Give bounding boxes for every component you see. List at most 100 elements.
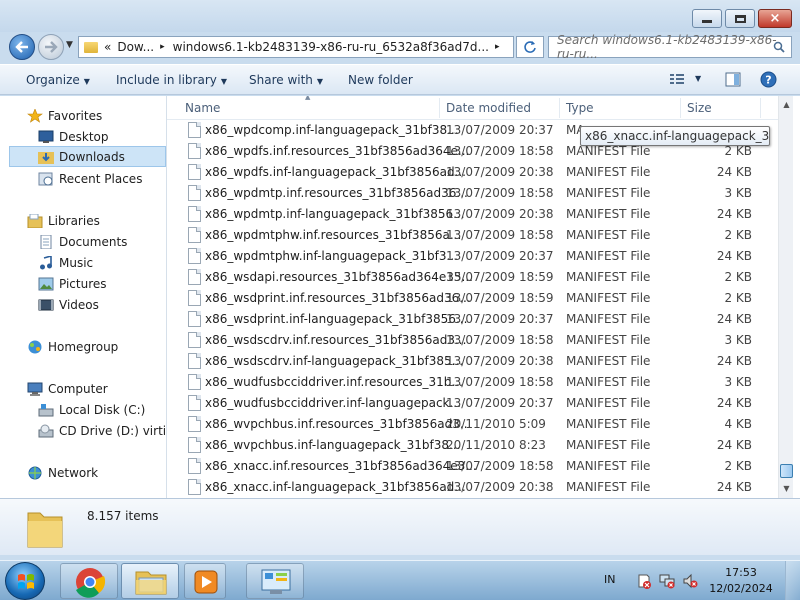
table-row[interactable]: x86_xnacc.inf.resources_31bf3856ad364e3.… (167, 456, 778, 477)
search-icon[interactable] (773, 41, 785, 53)
table-row[interactable]: x86_wpdmtphw.inf.resources_31bf3856a... 1… (167, 225, 778, 246)
sidebar-item-network[interactable]: Network (0, 462, 166, 483)
breadcrumb-item-current[interactable]: windows6.1-kb2483139-x86-ru-ru_6532a8f36… (173, 40, 489, 54)
column-divider[interactable] (439, 98, 440, 118)
sidebar-item-cd-drive[interactable]: CD Drive (D:) virtio-w (0, 420, 166, 441)
column-header-type[interactable]: Type (566, 101, 594, 115)
forward-button[interactable] (38, 34, 64, 60)
file-size: 24 KB (716, 207, 752, 221)
file-type: MANIFEST File (566, 249, 651, 263)
breadcrumb-item-downloads[interactable]: Dow... (117, 40, 154, 54)
sidebar-item-downloads[interactable]: Downloads (9, 146, 166, 167)
column-divider[interactable] (760, 98, 761, 118)
table-row[interactable]: x86_wudfusbcciddriver.inf.resources_31b.… (167, 372, 778, 393)
minimize-icon (702, 20, 712, 23)
column-header-size[interactable]: Size (687, 101, 712, 115)
manifest-file-icon (188, 353, 201, 369)
preview-pane-icon[interactable] (725, 72, 741, 87)
manifest-file-icon (188, 143, 201, 159)
column-header-name[interactable]: Name (185, 101, 220, 115)
minimize-button[interactable] (692, 9, 722, 28)
file-date-modified: 20/11/2010 8:23 (446, 438, 546, 452)
show-desktop-button[interactable] (785, 561, 800, 600)
table-row[interactable]: x86_wsdscdrv.inf-languagepack_31bf385...… (167, 351, 778, 372)
manifest-file-icon (188, 437, 201, 453)
close-button[interactable]: × (758, 9, 792, 28)
vertical-scrollbar[interactable]: ▲ ▼ (778, 96, 793, 498)
svg-text:?: ? (765, 74, 771, 87)
sidebar-item-libraries[interactable]: Libraries (0, 210, 166, 231)
language-indicator[interactable]: IN (604, 573, 615, 586)
column-header-row: ▲ Name Date modified Type Size (167, 96, 778, 120)
back-button[interactable] (9, 34, 35, 60)
maximize-button[interactable] (725, 9, 755, 28)
recent-pages-dropdown[interactable]: ▼ (66, 40, 73, 50)
taskbar-media-player[interactable] (184, 563, 226, 599)
action-center-icon[interactable] (636, 573, 652, 589)
address-bar[interactable]: « Dow... ▸ windows6.1-kb2483139-x86-ru-r… (78, 36, 514, 58)
clock-date: 12/02/2024 (709, 582, 773, 595)
taskbar-control-panel[interactable] (246, 563, 304, 599)
table-row[interactable]: x86_wvpchbus.inf-languagepack_31bf38... 2… (167, 435, 778, 456)
table-row[interactable]: x86_wvpchbus.inf.resources_31bf3856ad3..… (167, 414, 778, 435)
taskbar-chrome[interactable] (60, 563, 118, 599)
new-folder-button[interactable]: New folder (348, 73, 413, 87)
scroll-down-arrow-icon[interactable]: ▼ (779, 480, 794, 496)
search-input[interactable]: Search windows6.1-kb2483139-x86-ru-ru... (548, 33, 792, 61)
refresh-button[interactable] (516, 36, 544, 58)
table-row[interactable]: x86_wpdmtp.inf.resources_31bf3856ad36...… (167, 183, 778, 204)
title-bar[interactable]: × (0, 0, 800, 32)
column-divider[interactable] (680, 98, 681, 118)
sidebar-item-pictures[interactable]: Pictures (0, 273, 166, 294)
sidebar-item-computer[interactable]: Computer (0, 378, 166, 399)
table-row[interactable]: x86_wsdprint.inf-languagepack_31bf3856..… (167, 309, 778, 330)
sidebar-item-documents[interactable]: Documents (0, 231, 166, 252)
table-row[interactable]: x86_wsdprint.inf.resources_31bf3856ad36.… (167, 288, 778, 309)
details-pane: 8.157 items (0, 498, 800, 555)
table-row[interactable]: x86_wsdscdrv.inf.resources_31bf3856ad3..… (167, 330, 778, 351)
include-in-library-menu[interactable]: Include in library ▼ (116, 73, 227, 87)
table-row[interactable]: x86_wpdfs.inf-languagepack_31bf3856ad...… (167, 162, 778, 183)
control-panel-icon (261, 569, 291, 594)
sidebar-item-local-disk[interactable]: Local Disk (C:) (0, 399, 166, 420)
file-size: 24 KB (716, 312, 752, 326)
file-name: x86_wudfusbcciddriver.inf-languagepack..… (205, 396, 461, 410)
main-content: Favorites Desktop Downloads Recent Place… (0, 96, 800, 498)
scroll-thumb[interactable] (780, 464, 793, 478)
breadcrumb-arrow-icon[interactable]: ▸ (495, 42, 500, 52)
sidebar-item-label: Local Disk (C:) (59, 402, 146, 417)
sidebar-item-favorites[interactable]: Favorites (0, 105, 166, 126)
scroll-up-arrow-icon[interactable]: ▲ (779, 96, 794, 112)
sidebar-item-desktop[interactable]: Desktop (0, 126, 166, 147)
table-row[interactable]: x86_wpdmtp.inf-languagepack_31bf3856... 1… (167, 204, 778, 225)
start-button[interactable] (5, 562, 45, 600)
sidebar-item-music[interactable]: Music (0, 252, 166, 273)
network-status-icon[interactable] (659, 573, 675, 589)
sidebar-item-recent-places[interactable]: Recent Places (0, 168, 166, 189)
file-type: MANIFEST File (566, 207, 651, 221)
organize-menu[interactable]: Organize ▼ (26, 73, 90, 87)
share-with-menu[interactable]: Share with ▼ (249, 73, 323, 87)
file-date-modified: 13/07/2009 20:38 (446, 207, 554, 221)
file-type: MANIFEST File (566, 375, 651, 389)
table-row[interactable]: x86_xnacc.inf-languagepack_31bf3856ad...… (167, 477, 778, 498)
taskbar-explorer[interactable] (121, 563, 179, 599)
documents-icon (38, 234, 54, 249)
breadcrumb-overflow[interactable]: « (104, 40, 111, 54)
file-name: x86_xnacc.inf.resources_31bf3856ad364e3.… (205, 459, 477, 473)
sidebar-item-videos[interactable]: Videos (0, 294, 166, 315)
help-icon[interactable]: ? (760, 71, 777, 88)
table-row[interactable]: x86_wsdapi.resources_31bf3856ad364e35...… (167, 267, 778, 288)
system-clock[interactable]: 17:53 12/02/2024 (706, 565, 776, 597)
file-date-modified: 13/07/2009 20:38 (446, 165, 554, 179)
manifest-file-icon (188, 122, 201, 138)
table-row[interactable]: x86_wpdmtphw.inf-languagepack_31bf3... 13… (167, 246, 778, 267)
column-header-date[interactable]: Date modified (446, 101, 531, 115)
breadcrumb-separator-icon[interactable]: ▸ (160, 42, 165, 52)
volume-muted-icon[interactable] (682, 573, 698, 589)
view-options-dropdown-icon[interactable]: ▼ (695, 74, 701, 83)
column-divider[interactable] (559, 98, 560, 118)
view-options-icon[interactable] (669, 72, 685, 86)
sidebar-item-homegroup[interactable]: Homegroup (0, 336, 166, 357)
table-row[interactable]: x86_wudfusbcciddriver.inf-languagepack..… (167, 393, 778, 414)
